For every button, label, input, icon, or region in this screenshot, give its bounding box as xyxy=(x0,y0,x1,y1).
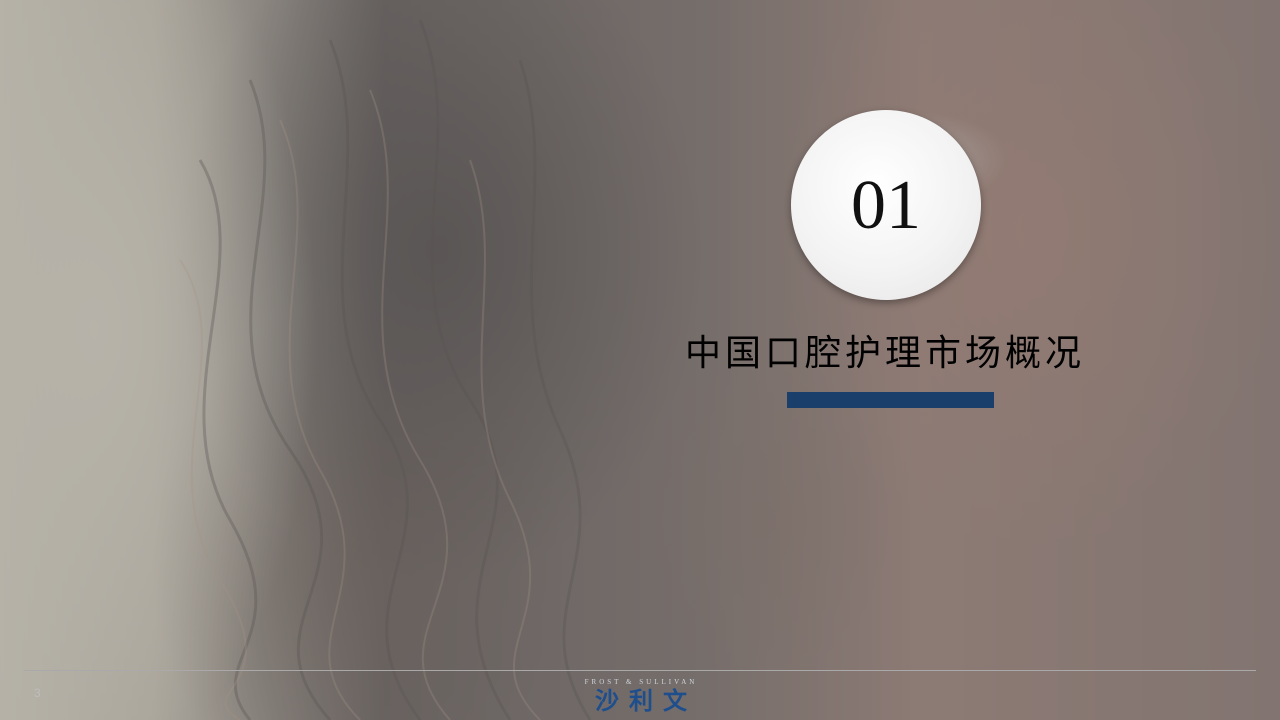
section-number-circle: 01 xyxy=(791,110,981,300)
logo-english: FROST & SULLIVAN xyxy=(584,678,698,686)
logo-chinese: 沙利文 xyxy=(595,687,697,715)
slide: 01 中国口腔护理市场概况 3 FROST & SULLIVAN 沙利文 xyxy=(0,0,1280,720)
title-accent-bar xyxy=(787,392,994,408)
footer-divider xyxy=(24,670,1256,671)
section-number: 01 xyxy=(851,167,921,244)
frost-sullivan-logo: FROST & SULLIVAN 沙利文 xyxy=(566,678,716,718)
section-title: 中国口腔护理市场概况 xyxy=(684,333,1085,374)
page-number: 3 xyxy=(34,686,41,700)
